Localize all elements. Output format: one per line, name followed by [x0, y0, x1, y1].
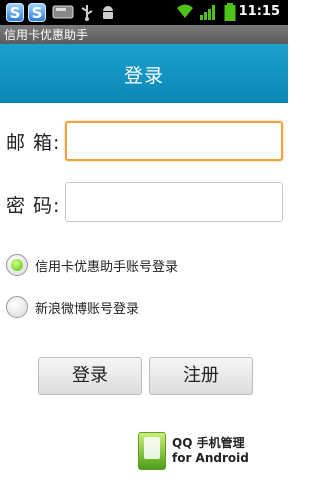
page-title: 登录 [123, 65, 164, 87]
qq-manager-watermark: QQ 手机管理 for Android [138, 432, 268, 472]
wifi-icon [177, 4, 193, 18]
android-debug-icon [103, 6, 113, 19]
app-title-bar: 信用卡优惠助手 [0, 25, 288, 44]
watermark-line1: QQ 手机管理 [172, 436, 245, 450]
qq-manager-logo-icon [138, 432, 166, 470]
radio-label: 新浪微博账号登录 [35, 301, 140, 317]
password-label: 密 码: [6, 195, 61, 217]
email-label: 邮 箱: [6, 132, 61, 154]
page-header: 登录 [0, 44, 288, 103]
app-name: 信用卡优惠助手 [4, 28, 89, 42]
password-field[interactable] [65, 182, 283, 222]
s-app-icon: S [28, 3, 46, 22]
register-button[interactable]: 注册 [149, 357, 253, 395]
radio-label: 信用卡优惠助手账号登录 [35, 259, 179, 275]
clock: 11:15 [238, 4, 280, 19]
status-bar: S S 11:15 [0, 0, 288, 25]
radio-button-checked[interactable] [6, 254, 28, 276]
radio-button[interactable] [6, 296, 28, 318]
email-field[interactable] [65, 121, 283, 161]
radio-option-assistant-account[interactable]: 信用卡优惠助手账号登录 [6, 253, 178, 277]
s-app-icon: S [6, 3, 24, 22]
sd-card-icon [52, 5, 74, 19]
battery-icon [224, 3, 236, 21]
radio-option-weibo-account[interactable]: 新浪微博账号登录 [6, 295, 139, 319]
login-button[interactable]: 登录 [38, 357, 142, 395]
usb-icon [81, 5, 93, 21]
watermark-line2: for Android [172, 451, 249, 465]
signal-icon [200, 5, 215, 20]
